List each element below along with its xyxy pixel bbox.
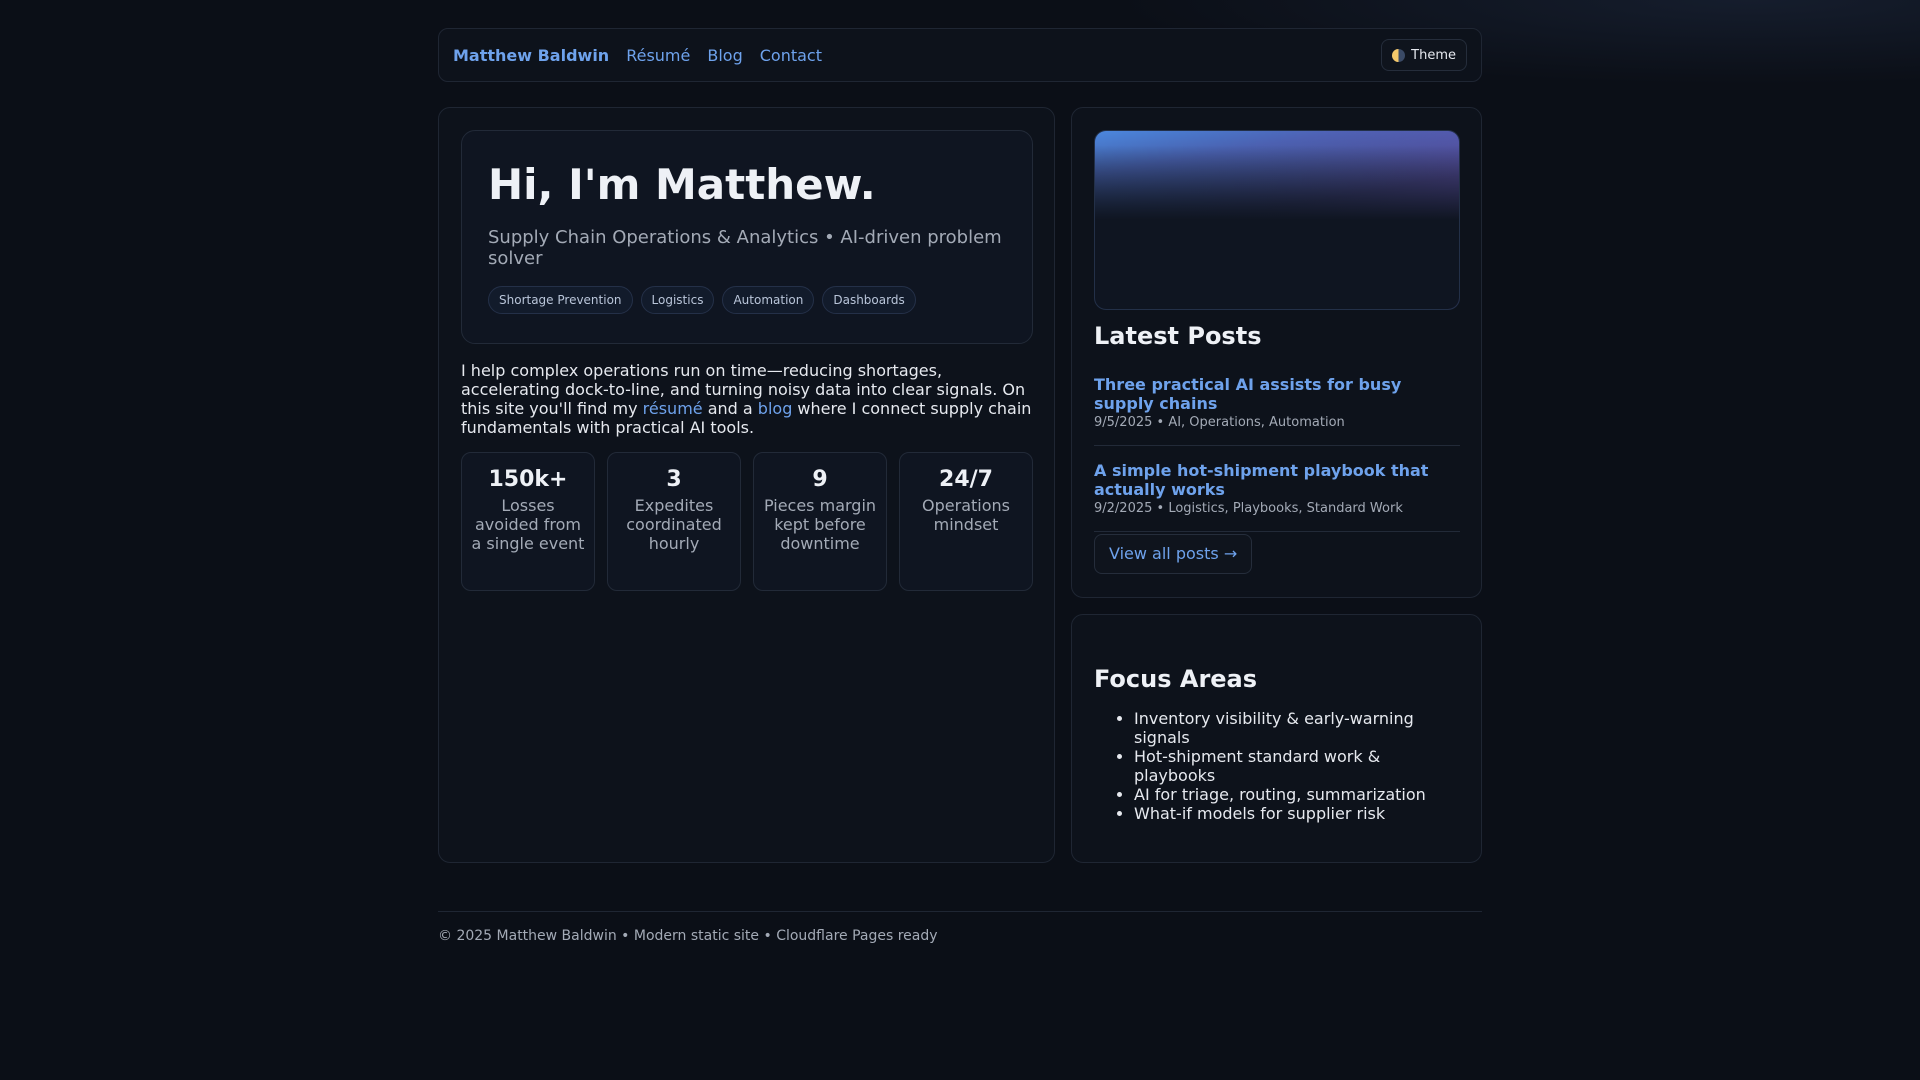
tag-list: Shortage Prevention Logistics Automation… [488,286,1006,314]
post-meta: 9/2/2025 • Logistics, Playbooks, Standar… [1094,501,1403,516]
half-moon-icon [1392,48,1406,62]
list-item: Inventory visibility & early-warning sig… [1134,709,1464,747]
stat-value: 24/7 [939,467,993,492]
top-nav: Matthew Baldwin Résumé Blog Contact Them… [438,28,1482,82]
stat-label: Expedites coordinated hourly [626,496,722,553]
post-title-link[interactable]: Three practical AI assists for busy supp… [1094,375,1401,413]
footer: © 2025 Matthew Baldwin • Modern static s… [438,911,1482,944]
latest-posts-heading: Latest Posts [1094,322,1262,350]
stat-label: Losses avoided from a single event [471,496,585,553]
blog-link[interactable]: blog [758,399,793,418]
hero-panel: Hi, I'm Matthew. Supply Chain Operations… [461,130,1033,344]
nav-link-contact[interactable]: Contact [760,46,822,65]
latest-posts-card: Latest Posts Three practical AI assists … [1071,107,1482,598]
focus-areas-heading: Focus Areas [1094,665,1258,693]
nav-link-resume[interactable]: Résumé [626,46,690,65]
page-container: Matthew Baldwin Résumé Blog Contact Them… [438,28,1482,944]
tag-chip: Shortage Prevention [488,286,633,314]
stat-card: 150k+ Losses avoided from a single event [461,452,595,591]
post-item: A simple hot-shipment playbook that actu… [1094,461,1460,532]
tag-chip: Dashboards [822,286,916,314]
post-item: Three practical AI assists for busy supp… [1094,375,1460,446]
main-card: Hi, I'm Matthew. Supply Chain Operations… [438,107,1055,863]
tag-chip: Logistics [640,286,715,314]
tag-chip: Automation [722,286,815,314]
theme-toggle-button[interactable]: Theme [1381,39,1467,71]
stat-value: 150k+ [488,467,568,492]
stat-label: Operations mindset [922,496,1010,534]
stat-label: Pieces margin kept before downtime [763,496,877,553]
hero-title: Hi, I'm Matthew. [488,160,876,209]
resume-link[interactable]: résumé [643,399,703,418]
view-all-posts-button[interactable]: View all posts → [1094,534,1253,574]
intro-paragraph: I help complex operations run on time—re… [461,361,1032,437]
list-item: What-if models for supplier risk [1134,804,1464,823]
hero-subtitle: Supply Chain Operations & Analytics • AI… [488,227,1002,269]
list-item: Hot-shipment standard work & playbooks [1134,747,1464,785]
stat-value: 9 [812,467,828,492]
stat-card: 3 Expedites coordinated hourly [607,452,741,591]
focus-areas-card: Focus Areas Inventory visibility & early… [1071,614,1482,863]
footer-text: © 2025 Matthew Baldwin • Modern static s… [438,928,938,944]
stats-row: 150k+ Losses avoided from a single event… [461,452,1033,591]
theme-label: Theme [1411,47,1456,63]
list-item: AI for triage, routing, summarization [1134,785,1464,804]
nav-link-blog[interactable]: Blog [707,46,742,65]
stat-value: 3 [666,467,682,492]
post-title-link[interactable]: A simple hot-shipment playbook that actu… [1094,461,1428,499]
banner-image [1094,130,1460,310]
post-meta: 9/5/2025 • AI, Operations, Automation [1094,415,1345,430]
focus-list: Inventory visibility & early-warning sig… [1094,709,1464,823]
brand-link[interactable]: Matthew Baldwin [453,46,609,65]
stat-card: 24/7 Operations mindset [899,452,1033,591]
stat-card: 9 Pieces margin kept before downtime [753,452,887,591]
